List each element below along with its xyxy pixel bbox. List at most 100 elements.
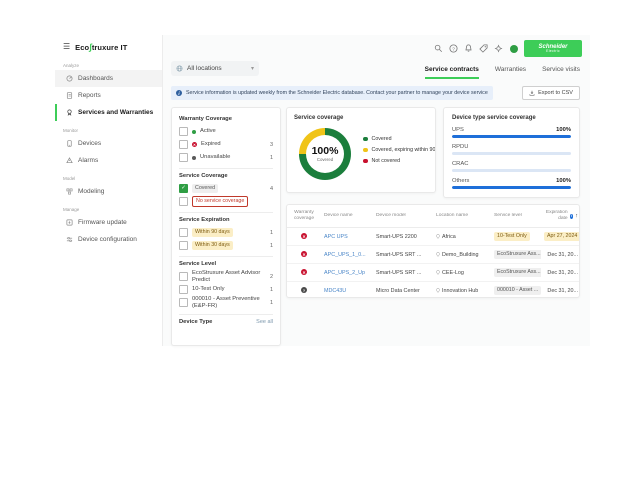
sidebar-item-reports[interactable]: Reports	[55, 87, 162, 104]
filter-option-expired[interactable]: ✕ Expired 3	[179, 138, 273, 151]
sidebar-item-label: Reports	[78, 92, 101, 99]
filter-panel: Warranty Coverage Active ✕ Expired 3 Una…	[171, 107, 281, 346]
sidebar-item-device-configuration[interactable]: Device configuration	[55, 231, 162, 248]
col-device-model[interactable]: Device model	[373, 213, 433, 219]
ecostruxure-app-window: ☰ Eco∫truxure IT Analyze Dashboards Repo…	[55, 35, 590, 346]
user-avatar[interactable]	[509, 44, 518, 53]
filter-group-service-level: Service Level	[179, 261, 273, 267]
sidebar-item-label: Device configuration	[78, 236, 137, 243]
filter-option-asset-advisor-predict[interactable]: EcoStruxure Asset Advisor Predict 2	[179, 270, 273, 283]
filter-option-unavailable[interactable]: Unavailable 1	[179, 151, 273, 164]
svg-text:?: ?	[452, 46, 455, 52]
notifications-icon[interactable]	[464, 44, 473, 53]
info-banner: i Service information is updated weekly …	[171, 86, 493, 100]
checkbox[interactable]	[179, 140, 188, 149]
device-name-link[interactable]: APC_UPS_2_Up	[321, 270, 373, 276]
checkbox[interactable]	[179, 153, 188, 162]
device-configuration-icon	[65, 236, 73, 243]
device-name-link[interactable]: APC_UPS_1_0...	[321, 252, 373, 258]
sidebar-item-firmware-update[interactable]: Firmware update	[55, 214, 162, 231]
services-warranties-icon	[65, 109, 73, 116]
unavailable-status-icon	[192, 156, 196, 160]
warranty-unavailable-icon: ?	[301, 287, 307, 293]
brand-line2: Electric	[546, 50, 560, 54]
sidebar-item-label: Devices	[78, 140, 101, 147]
topbar: ? Schneider Electric	[434, 40, 582, 57]
sidebar-item-modeling[interactable]: Modeling	[55, 183, 162, 200]
table-row[interactable]: ✕ APC_UPS_2_Up Smart-UPS SRT ... CEE-Log…	[287, 264, 579, 282]
info-banner-text: Service information is updated weekly fr…	[186, 90, 488, 96]
checkbox[interactable]	[179, 228, 188, 237]
search-icon[interactable]	[434, 44, 443, 53]
sidebar-item-label: Dashboards	[78, 75, 113, 82]
help-icon[interactable]: ?	[449, 44, 458, 53]
export-to-csv-button[interactable]: Export to CSV	[522, 86, 580, 100]
location-pin-icon	[436, 288, 440, 293]
download-icon	[529, 90, 535, 96]
donut-center-value: 100%	[312, 146, 339, 157]
sidebar-item-label: Alarms	[78, 157, 98, 164]
see-all-link[interactable]: See all	[256, 319, 273, 325]
filter-option-10-test-only[interactable]: 10-Test Only 1	[179, 283, 273, 296]
active-status-icon	[192, 130, 196, 134]
filter-option-active[interactable]: Active	[179, 125, 273, 138]
table-row[interactable]: ✕ APC UPS Smart-UPS 2200 Africa 10-Test …	[287, 228, 579, 246]
info-icon[interactable]: i	[570, 214, 574, 219]
col-warranty-coverage[interactable]: Warranty coverage	[287, 210, 321, 222]
col-device-name[interactable]: Device name	[321, 213, 373, 219]
legend-item-not-covered: Not covered	[363, 158, 436, 164]
legend-item-covered: Covered	[363, 136, 436, 142]
menu-icon[interactable]: ☰	[63, 43, 70, 51]
bar-group-others: Others100%	[452, 178, 571, 189]
schneider-electric-logo[interactable]: Schneider Electric	[524, 40, 582, 57]
expired-status-icon: ✕	[192, 142, 197, 147]
warranty-expired-icon: ✕	[301, 269, 307, 275]
checkbox-checked[interactable]: ✓	[179, 184, 188, 193]
checkbox[interactable]	[179, 298, 188, 307]
tab-service-visits[interactable]: Service visits	[542, 66, 580, 79]
feedback-tag-icon[interactable]	[479, 44, 488, 53]
checkbox[interactable]	[179, 241, 188, 250]
warranty-expired-icon: ✕	[301, 251, 307, 257]
sidebar-item-devices[interactable]: Devices	[55, 135, 162, 152]
tab-warranties[interactable]: Warranties	[495, 66, 526, 79]
device-name-link[interactable]: APC UPS	[321, 234, 373, 240]
location-filter-value: All locations	[187, 65, 247, 72]
service-level-chip: 000010 - Asset ...	[494, 286, 541, 294]
app-logo: Eco∫truxure IT	[75, 42, 127, 52]
device-name-link[interactable]: MDC43U	[321, 288, 373, 294]
sidebar-item-services-and-warranties[interactable]: Services and Warranties	[55, 104, 162, 121]
table-row[interactable]: ? MDC43U Micro Data Center Innovation Hu…	[287, 282, 579, 298]
location-filter-dropdown[interactable]: All locations ▾	[171, 61, 259, 76]
chevron-down-icon: ▾	[251, 65, 254, 72]
legend-dot-not-covered	[363, 159, 368, 164]
bar-group-crac: CRAC	[452, 161, 571, 172]
alarms-icon	[65, 157, 73, 164]
filter-option-asset-preventive[interactable]: 000010 - Asset Preventive (E&P-FR) 1	[179, 296, 273, 309]
settings-gear-icon[interactable]	[494, 44, 503, 53]
col-expiration-date[interactable]: Expiration date i ↑	[541, 210, 580, 222]
checkbox[interactable]	[179, 197, 188, 206]
filter-option-no-service-coverage[interactable]: No service coverage	[179, 195, 273, 208]
warranty-expired-icon: ✕	[301, 233, 307, 239]
tab-service-contracts[interactable]: Service contracts	[425, 66, 479, 79]
sidebar-item-alarms[interactable]: Alarms	[55, 152, 162, 169]
col-location-name[interactable]: Location name	[433, 213, 491, 219]
screen: ☰ Eco∫truxure IT Analyze Dashboards Repo…	[0, 0, 640, 480]
filter-option-within-30-days[interactable]: Within 30 days 1	[179, 239, 273, 252]
checkbox[interactable]	[179, 127, 188, 136]
table-row[interactable]: ✕ APC_UPS_1_0... Smart-UPS SRT ... Demo_…	[287, 246, 579, 264]
expiration-chip: Apr 27, 2024	[544, 232, 580, 240]
main-content: ? Schneider Electric All locations ▾ Ser…	[163, 35, 590, 346]
table-header: Warranty coverage Device name Device mod…	[287, 205, 579, 228]
checkbox[interactable]	[179, 285, 188, 294]
sidebar-item-dashboards[interactable]: Dashboards	[55, 70, 162, 87]
filter-option-within-90-days[interactable]: Within 90 days 1	[179, 226, 273, 239]
sort-ascending-icon[interactable]: ↑	[575, 213, 578, 220]
checkbox[interactable]	[179, 272, 188, 281]
bar-group-ups: UPS100%	[452, 127, 571, 138]
location-pin-icon	[436, 270, 440, 275]
filter-option-covered[interactable]: ✓ Covered 4	[179, 182, 273, 195]
sidebar-section-monitor: Monitor	[55, 121, 162, 135]
col-service-level[interactable]: Service level	[491, 213, 541, 219]
